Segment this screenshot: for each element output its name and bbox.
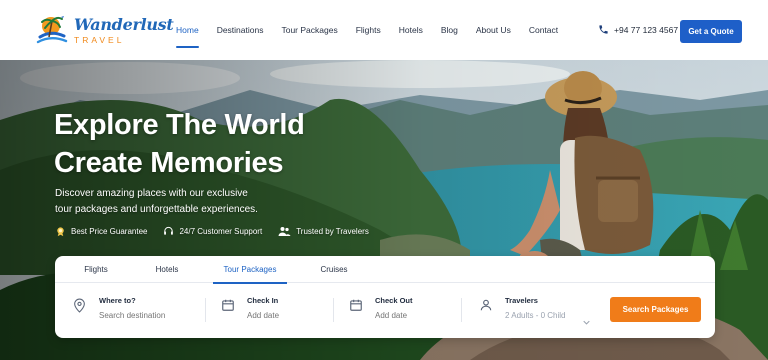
- headline-line-2: Create Memories: [54, 147, 284, 179]
- brand-name: Wanderlust: [74, 15, 174, 35]
- feature-support: 24/7 Customer Support: [163, 226, 262, 237]
- nav-home[interactable]: Home: [176, 0, 199, 60]
- check-out-field[interactable]: Check Out: [349, 292, 459, 328]
- field-divider: [205, 298, 206, 322]
- search-packages-button[interactable]: Search Packages: [610, 297, 701, 322]
- travelers-value[interactable]: 2 Adults - 0 Child: [505, 311, 565, 320]
- travelers-label: Travelers: [505, 296, 538, 305]
- check-in-field[interactable]: Check In: [221, 292, 331, 328]
- badge-icon: [57, 227, 64, 237]
- search-tabs: Flights Hotels Tour Packages Cruises: [55, 256, 715, 284]
- hero-description-line-2: tour packages and unforgettable experien…: [55, 204, 258, 215]
- feature-trusted-label: Trusted by Travelers: [296, 227, 369, 236]
- check-out-label: Check Out: [375, 296, 413, 305]
- feature-best-price-label: Best Price Guarantee: [71, 227, 148, 236]
- where-to-field[interactable]: Where to?: [73, 292, 203, 328]
- nav-blog[interactable]: Blog: [441, 0, 458, 60]
- nav-tour-packages[interactable]: Tour Packages: [281, 0, 337, 60]
- field-divider: [333, 298, 334, 322]
- user-icon: [479, 298, 495, 317]
- field-divider: [461, 298, 462, 322]
- feature-support-label: 24/7 Customer Support: [179, 227, 263, 236]
- tab-tour-packages[interactable]: Tour Packages: [213, 256, 287, 284]
- main-nav: Home Destinations Tour Packages Flights …: [176, 0, 576, 60]
- search-card: Flights Hotels Tour Packages Cruises Whe…: [55, 256, 715, 338]
- hero-features: Best Price Guarantee 24/7 Customer Suppo…: [55, 226, 385, 237]
- phone-contact[interactable]: +94 77 123 4567: [598, 24, 678, 35]
- check-out-input[interactable]: [375, 311, 435, 320]
- nav-destinations[interactable]: Destinations: [217, 0, 264, 60]
- nav-hotels[interactable]: Hotels: [399, 0, 423, 60]
- check-in-label: Check In: [247, 296, 279, 305]
- users-icon: [278, 227, 291, 236]
- tab-cruises[interactable]: Cruises: [307, 256, 361, 283]
- headline-line-1: Explore The World: [54, 109, 305, 141]
- tab-flights[interactable]: Flights: [69, 256, 123, 283]
- site-header: Wanderlust TRAVEL Home Destinations Tour…: [0, 0, 768, 60]
- feature-trusted: Trusted by Travelers: [278, 226, 369, 237]
- nav-contact[interactable]: Contact: [529, 0, 558, 60]
- phone-icon: [599, 25, 608, 34]
- destination-input[interactable]: [99, 311, 189, 320]
- chevron-down-icon[interactable]: [583, 312, 590, 330]
- phone-number: +94 77 123 4567: [614, 24, 679, 35]
- check-in-input[interactable]: [247, 311, 307, 320]
- nav-flights[interactable]: Flights: [356, 0, 381, 60]
- get-quote-button[interactable]: Get a Quote: [680, 20, 742, 43]
- nav-about-us[interactable]: About Us: [476, 0, 511, 60]
- hero-description: Discover amazing places with our exclusi…: [55, 186, 258, 218]
- feature-best-price: Best Price Guarantee: [55, 226, 147, 237]
- logo-palm-sun-icon: [34, 13, 70, 49]
- calendar-icon: [349, 298, 365, 317]
- hero-section: Explore The World Create Memories Discov…: [0, 60, 768, 360]
- hero-description-line-1: Discover amazing places with our exclusi…: [55, 188, 248, 199]
- hero-headline: Explore The World Create Memories: [54, 106, 305, 182]
- travelers-field[interactable]: Travelers 2 Adults - 0 Child: [479, 292, 599, 328]
- headset-icon: [164, 226, 174, 235]
- where-to-label: Where to?: [99, 296, 136, 305]
- brand-tagline: TRAVEL: [74, 35, 125, 46]
- calendar-icon: [221, 298, 237, 317]
- tab-hotels[interactable]: Hotels: [141, 256, 193, 283]
- location-pin-icon: [73, 298, 89, 318]
- brand-logo[interactable]: Wanderlust TRAVEL: [34, 12, 174, 50]
